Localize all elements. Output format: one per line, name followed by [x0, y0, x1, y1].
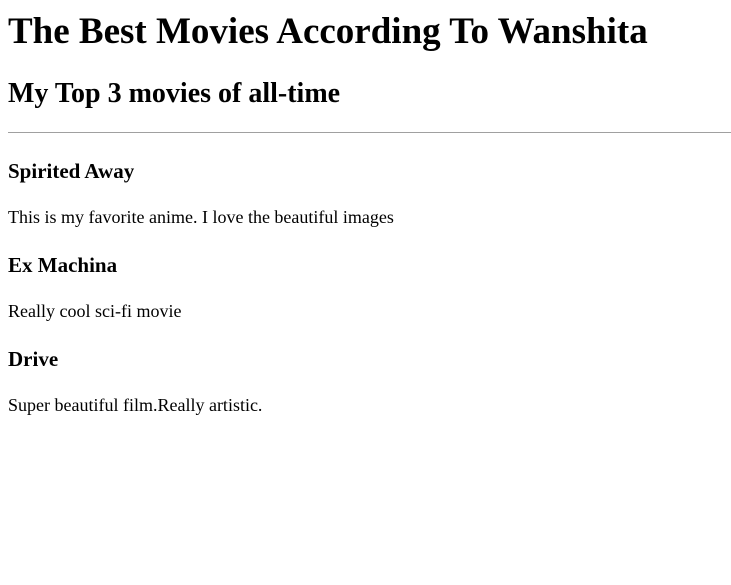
section-divider	[8, 132, 731, 133]
movie-description: Really cool sci-fi movie	[8, 301, 182, 321]
movie-item-drive: Drive Super beautiful film.Really artist…	[8, 346, 723, 416]
movie-description: This is my favorite anime. I love the be…	[8, 207, 394, 227]
movie-description: Super beautiful film.Really artistic.	[8, 395, 263, 415]
movie-title: Spirited Away	[8, 159, 135, 183]
page-subtitle: My Top 3 movies of all-time	[8, 78, 341, 109]
movie-title: Ex Machina	[8, 253, 118, 277]
movie-item-spirited-away: Spirited Away This is my favorite anime.…	[8, 158, 723, 228]
movie-item-ex-machina: Ex Machina Really cool sci-fi movie	[8, 252, 723, 322]
movie-title: Drive	[8, 347, 59, 371]
page-title: The Best Movies According To Wanshita	[8, 11, 648, 52]
